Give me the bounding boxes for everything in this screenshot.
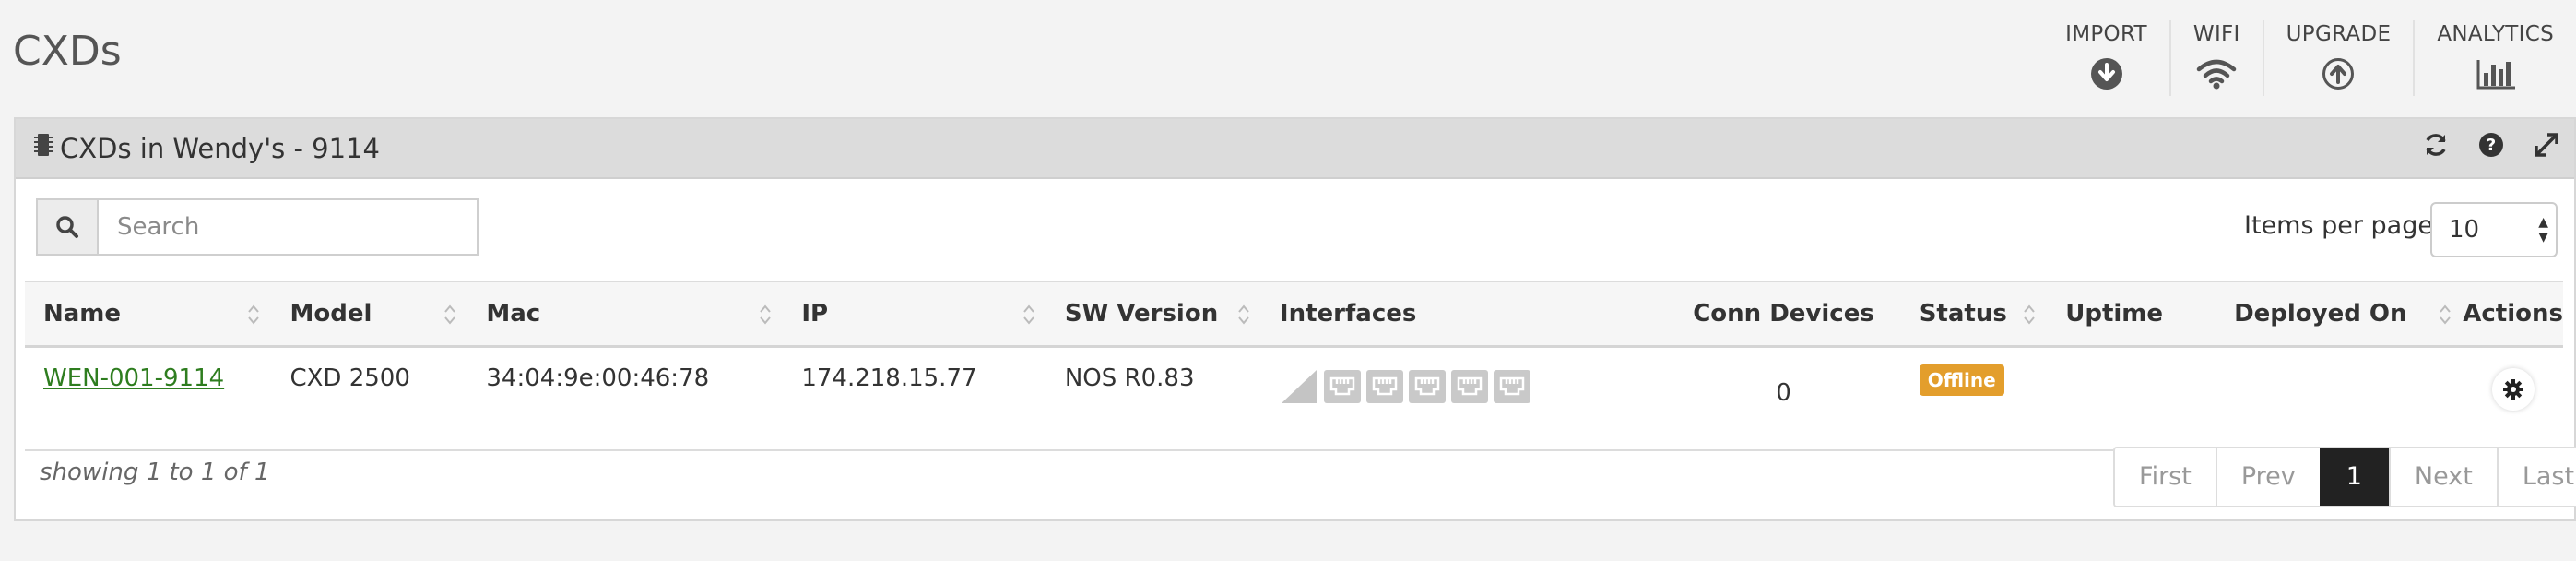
- items-per-page-select[interactable]: 10 ▲ ▼: [2430, 202, 2558, 257]
- sort-icon: [1023, 304, 1034, 325]
- refresh-icon[interactable]: [2408, 132, 2464, 158]
- expand-icon[interactable]: [2519, 132, 2574, 158]
- chip-icon: [34, 132, 53, 164]
- sort-icon: [444, 304, 456, 325]
- ethernet-port-icon: [1365, 370, 1403, 403]
- page-prev-button[interactable]: Prev: [2215, 448, 2320, 506]
- showing-count: showing 1 to 1 of 1: [40, 459, 270, 486]
- items-per-page-label: Items per page: [2244, 211, 2433, 240]
- cell-name: WEN-001-9114: [25, 346, 272, 451]
- col-interfaces: Interfaces: [1260, 280, 1667, 348]
- panel-tools: ?: [2408, 132, 2574, 158]
- analytics-button[interactable]: ANALYTICS: [2413, 20, 2576, 96]
- help-icon[interactable]: ?: [2464, 132, 2519, 158]
- panel-title: CXDs in Wendy's - 9114: [34, 132, 380, 164]
- panel-header: CXDs in Wendy's - 9114 ?: [16, 119, 2574, 179]
- cell-ip: 174.218.15.77: [783, 346, 1046, 451]
- page-current-button[interactable]: 1: [2319, 448, 2389, 506]
- upgrade-label: UPGRADE: [2286, 22, 2392, 46]
- wifi-button[interactable]: WIFI: [2168, 20, 2263, 96]
- col-actions: Actions: [2463, 280, 2563, 348]
- col-uptime: Uptime: [2047, 280, 2216, 348]
- search-icon: [56, 216, 78, 238]
- col-model[interactable]: Model: [271, 280, 468, 348]
- ethernet-port-icon: [1493, 370, 1530, 403]
- ethernet-port-icon: [1323, 370, 1361, 403]
- cell-model: CXD 2500: [271, 346, 468, 451]
- search-box: [36, 198, 479, 256]
- device-name-link[interactable]: WEN-001-9114: [43, 364, 224, 392]
- page-next-button[interactable]: Next: [2388, 448, 2497, 506]
- panel-title-text: CXDs in Wendy's - 9114: [60, 132, 380, 164]
- items-per-page-value: 10: [2449, 216, 2480, 244]
- sort-icon: [2024, 304, 2036, 325]
- conn-devices-value: 0: [1776, 379, 1791, 407]
- cell-deployed-on: [2216, 346, 2464, 451]
- wifi-icon: [2196, 57, 2237, 90]
- page-last-button[interactable]: Last: [2496, 448, 2576, 506]
- page-title: CXDs: [13, 28, 122, 75]
- import-label: IMPORT: [2065, 22, 2147, 46]
- upload-circle-icon: [2322, 57, 2355, 90]
- pagination: First Prev 1 Next Last: [2113, 447, 2576, 507]
- status-badge: Offline: [1919, 364, 2004, 396]
- analytics-label: ANALYTICS: [2437, 22, 2554, 46]
- cell-status: Offline: [1900, 346, 2048, 451]
- col-sw-version[interactable]: SW Version: [1046, 280, 1261, 348]
- select-caret-icon: ▲ ▼: [2538, 215, 2548, 245]
- cell-conn-devices: 0: [1666, 346, 1901, 451]
- sort-icon: [1238, 304, 1249, 325]
- cxd-table: Name Model Mac IP SW Version Interfaces …: [25, 280, 2563, 451]
- gear-icon: [2502, 379, 2523, 400]
- cxd-panel: CXDs in Wendy's - 9114 ? Items per page …: [14, 117, 2576, 521]
- import-button[interactable]: IMPORT: [2043, 20, 2169, 96]
- svg-text:?: ?: [2487, 136, 2496, 155]
- ethernet-port-icon: [1450, 370, 1488, 403]
- col-name[interactable]: Name: [25, 280, 272, 348]
- col-ip[interactable]: IP: [783, 280, 1046, 348]
- table-row: WEN-001-9114 CXD 2500 34:04:9e:00:46:78 …: [25, 346, 2563, 451]
- col-deployed-on[interactable]: Deployed On: [2216, 280, 2464, 348]
- sort-icon: [760, 304, 772, 325]
- table-header-row: Name Model Mac IP SW Version Interfaces …: [25, 280, 2563, 348]
- search-input[interactable]: [99, 200, 477, 254]
- sort-icon: [248, 304, 260, 325]
- upgrade-button[interactable]: UPGRADE: [2262, 20, 2414, 96]
- row-actions-button[interactable]: [2491, 368, 2535, 411]
- sort-icon: [2440, 304, 2452, 325]
- search-button[interactable]: [38, 200, 99, 254]
- header-actions: IMPORT WIFI UPGRADE ANALYTICS: [2043, 20, 2576, 96]
- col-mac[interactable]: Mac: [467, 280, 784, 348]
- cell-actions: [2463, 346, 2563, 451]
- col-conn-devices: Conn Devices: [1666, 280, 1901, 348]
- cell-uptime: [2047, 346, 2216, 451]
- col-status[interactable]: Status: [1900, 280, 2048, 348]
- bar-chart-icon: [2476, 57, 2516, 90]
- signal-strength-icon: [1281, 370, 1317, 403]
- ethernet-port-icon: [1408, 370, 1446, 403]
- cell-interfaces: [1260, 346, 1667, 451]
- page-first-button[interactable]: First: [2115, 448, 2216, 506]
- cell-sw-version: NOS R0.83: [1046, 346, 1261, 451]
- cell-mac: 34:04:9e:00:46:78: [467, 346, 784, 451]
- wifi-label: WIFI: [2192, 22, 2240, 46]
- download-circle-icon: [2090, 57, 2123, 90]
- interfaces-list: [1280, 368, 1666, 405]
